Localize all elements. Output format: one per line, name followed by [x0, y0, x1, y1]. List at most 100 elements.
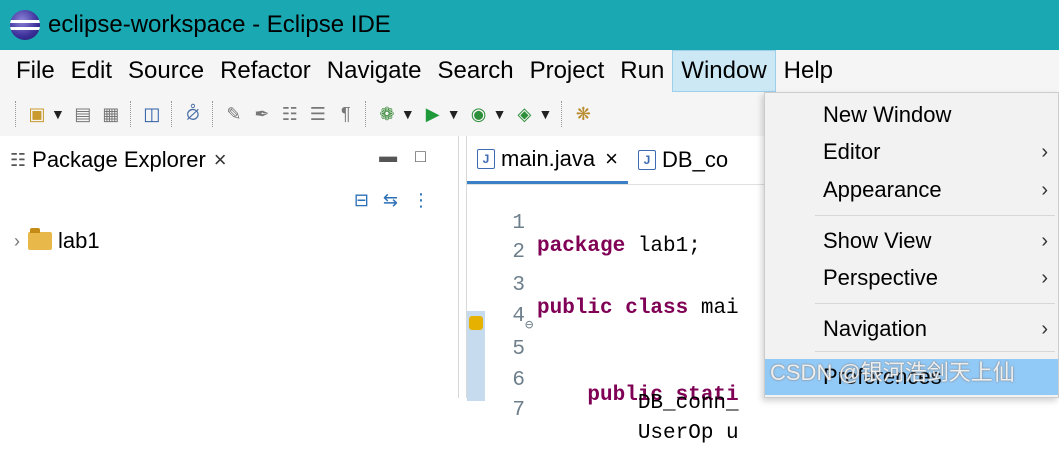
mark-occurrences-icon[interactable]: ✎ [223, 103, 245, 125]
java-project-icon [28, 228, 52, 250]
code-line: 4 [467, 282, 543, 328]
menu-file[interactable]: File [8, 50, 63, 92]
close-icon[interactable]: × [605, 146, 618, 172]
view-toolbar: ⊟⇆⋮ [354, 190, 444, 211]
menu-window[interactable]: Window [672, 50, 776, 92]
package-explorer-tab[interactable]: ☷ Package Explorer × ▬□ [0, 136, 458, 184]
code-text: public class mai [537, 297, 739, 320]
menu-item-label: Perspective [823, 265, 938, 290]
code-rest: lab1; [625, 235, 701, 258]
chevron-right-icon[interactable]: › [14, 231, 20, 252]
toolbar-separator [15, 101, 18, 127]
menu-source[interactable]: Source [120, 50, 212, 92]
code-line: 1 package lab1; [467, 189, 700, 258]
code-line: 5 ⊖ public stati [467, 315, 738, 407]
eclipse-logo-icon [10, 10, 40, 40]
menu-item-perspective[interactable]: Perspective › [765, 260, 1058, 296]
java-file-icon: J [638, 150, 657, 170]
menu-item-show-view[interactable]: Show View › [765, 223, 1058, 259]
code-line: 2 [467, 218, 543, 264]
window-title: eclipse-workspace - Eclipse IDE [48, 11, 391, 38]
run-icon[interactable]: ▶ [422, 103, 444, 125]
code-keyword: package [537, 235, 626, 258]
menu-item-label: Appearance [823, 177, 942, 202]
tree-item[interactable]: › lab1 [14, 228, 100, 254]
block-selection-icon[interactable]: ☷ [279, 103, 301, 125]
view-controls: ▬□ [379, 146, 444, 167]
save-icon[interactable]: ▤ [72, 103, 94, 125]
save-all-icon[interactable]: ▦ [100, 103, 122, 125]
external-tools-icon[interactable]: ◈ [513, 103, 535, 125]
code-keyword: public class [537, 297, 689, 320]
editor-tab-db-conn[interactable]: J DB_co [628, 136, 738, 184]
title-bar: eclipse-workspace - Eclipse IDE [0, 0, 1059, 50]
menu-item-new-window[interactable]: New Window [765, 97, 1058, 133]
toolbar-separator [211, 101, 215, 127]
debug-icon[interactable]: ❁ [376, 103, 398, 125]
chevron-right-icon: › [1041, 140, 1048, 163]
menu-item-label: New Window [823, 102, 952, 127]
menu-item-label: Show View [823, 228, 932, 253]
menu-separator [815, 351, 1055, 352]
external-tools-dropdown-icon[interactable]: ▼ [538, 106, 552, 122]
new-file-icon[interactable]: ▣ [26, 103, 48, 125]
watermark: CSDN @银河浩剑天上仙 [770, 360, 1015, 385]
menu-refactor[interactable]: Refactor [212, 50, 319, 92]
code-text: DB_conn_ [537, 392, 739, 415]
chevron-right-icon: › [1041, 317, 1048, 340]
skip-breakpoints-icon[interactable]: ⦲ [182, 103, 204, 125]
window-dropdown-menu: New Window Editor › Appearance › Show Vi… [764, 92, 1059, 398]
tree-item-label: lab1 [58, 228, 100, 253]
collapse-all-icon[interactable]: ⊟ [354, 190, 383, 210]
highlight-icon[interactable]: ✒ [251, 103, 273, 125]
code-line: 3 public class mai [467, 251, 738, 320]
editor-tab-label: main.java [501, 145, 596, 171]
package-explorer-label: Package Explorer [32, 147, 206, 172]
toolbar-separator [364, 101, 368, 127]
link-with-editor-icon[interactable]: ⇆ [383, 190, 412, 210]
java-file-icon: J [477, 148, 495, 169]
chevron-right-icon: › [1041, 178, 1048, 201]
menu-help[interactable]: Help [776, 50, 841, 92]
coverage-dropdown-icon[interactable]: ▼ [493, 106, 507, 122]
view-menu-icon[interactable]: ⋮ [412, 190, 444, 210]
package-explorer-panel: ☷ Package Explorer × ▬□ ⊟⇆⋮ › lab1 [0, 136, 459, 398]
menu-edit[interactable]: Edit [63, 50, 120, 92]
minimize-icon[interactable]: ▬ [379, 146, 415, 166]
menu-separator [815, 303, 1055, 304]
menu-run[interactable]: Run [612, 50, 672, 92]
code-rest: mai [688, 297, 739, 320]
editor-tab-label: DB_co [662, 147, 729, 172]
show-whitespace-icon[interactable]: ¶ [335, 103, 357, 125]
editor-tab-main-java[interactable]: J main.java × [467, 136, 629, 184]
word-wrap-icon[interactable]: ☰ [307, 103, 329, 125]
menu-separator [815, 215, 1055, 216]
code-line: 6 DB_conn_ [467, 346, 738, 415]
run-dropdown-icon[interactable]: ▼ [447, 106, 461, 122]
chevron-right-icon: › [1041, 229, 1048, 252]
menu-search[interactable]: Search [430, 50, 522, 92]
terminal-icon[interactable]: ◫ [141, 103, 163, 125]
code-text: package lab1; [537, 235, 701, 258]
new-dropdown-icon[interactable]: ▼ [51, 106, 65, 122]
menu-item-label: Navigation [823, 316, 927, 341]
menu-item-appearance[interactable]: Appearance › [765, 172, 1058, 208]
menu-bar: File Edit Source Refactor Navigate Searc… [0, 50, 1059, 92]
menu-navigate[interactable]: Navigate [319, 50, 430, 92]
package-explorer-icon: ☷ [10, 149, 27, 170]
menu-project[interactable]: Project [522, 50, 613, 92]
menu-item-navigation[interactable]: Navigation › [765, 311, 1058, 347]
close-icon[interactable]: × [214, 147, 227, 173]
coverage-icon[interactable]: ◉ [468, 103, 490, 125]
fold-collapse-icon[interactable]: ⊖ [525, 317, 533, 334]
debug-dropdown-icon[interactable]: ▼ [401, 106, 415, 122]
menu-item-label: Editor [823, 139, 881, 164]
menu-item-editor[interactable]: Editor › [765, 134, 1058, 170]
toolbar-separator [170, 101, 174, 127]
line-number: 7 [512, 399, 525, 422]
toolbar-separator [561, 101, 564, 127]
code-text: UserOp u [537, 422, 739, 445]
new-java-package-icon[interactable]: ❋ [572, 103, 594, 125]
maximize-icon[interactable]: □ [415, 146, 444, 166]
code-line: 7 UserOp u [467, 376, 738, 445]
